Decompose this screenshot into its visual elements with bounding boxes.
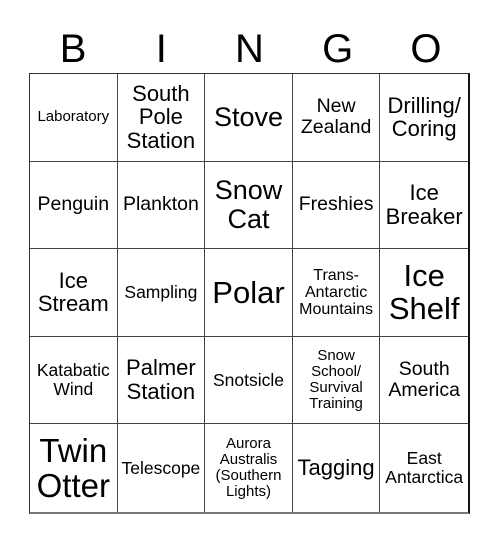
bingo-cell[interactable]: East Antarctica [380,424,468,512]
bingo-cell[interactable]: South Pole Station [117,74,206,162]
bingo-cell[interactable]: Katabatic Wind [30,336,118,425]
header-letter-n: N [235,27,264,71]
bingo-cell[interactable]: South America [380,337,468,425]
bingo-cell[interactable]: New Zealand [292,74,381,162]
bingo-cell[interactable]: Ice Shelf [380,249,468,337]
bingo-cell[interactable]: Stove [205,74,293,162]
header-letter-b: B [59,27,87,71]
bingo-cell[interactable]: Ice Breaker [380,162,468,250]
bingo-cell[interactable]: Drilling/ Coring [380,74,468,162]
bingo-header: B I N G O [29,26,470,72]
bingo-cell[interactable]: Twin Otter [30,424,118,512]
bingo-cell[interactable]: Plankton [117,161,206,250]
bingo-cell[interactable]: Laboratory [30,74,118,162]
bingo-card-grid: Laboratory South Pole Station Stove New … [29,73,470,514]
header-letter-i: I [155,27,167,71]
bingo-cell[interactable]: Freshies [292,161,381,250]
bingo-cell[interactable]: Tagging [293,424,381,512]
bingo-cell[interactable]: Ice Stream [30,249,118,337]
bingo-cell[interactable]: Palmer Station [117,336,206,425]
bingo-cell[interactable]: Snow Cat [205,161,293,250]
bingo-cell[interactable]: Sampling [117,249,206,337]
bingo-cell[interactable]: Telescope [118,424,206,512]
bingo-cell[interactable]: Snotsicle [205,336,293,425]
bingo-cell[interactable]: Snow School/ Survival Training [292,336,381,425]
header-letter-g: G [322,27,354,71]
bingo-cell[interactable]: Aurora Australis (Southern Lights) [205,424,293,512]
header-letter-o: O [410,27,442,71]
bingo-cell[interactable]: Trans- Antarctic Mountains [292,249,381,337]
bingo-cell[interactable]: Polar [205,249,293,337]
bingo-cell[interactable]: Penguin [30,161,118,250]
